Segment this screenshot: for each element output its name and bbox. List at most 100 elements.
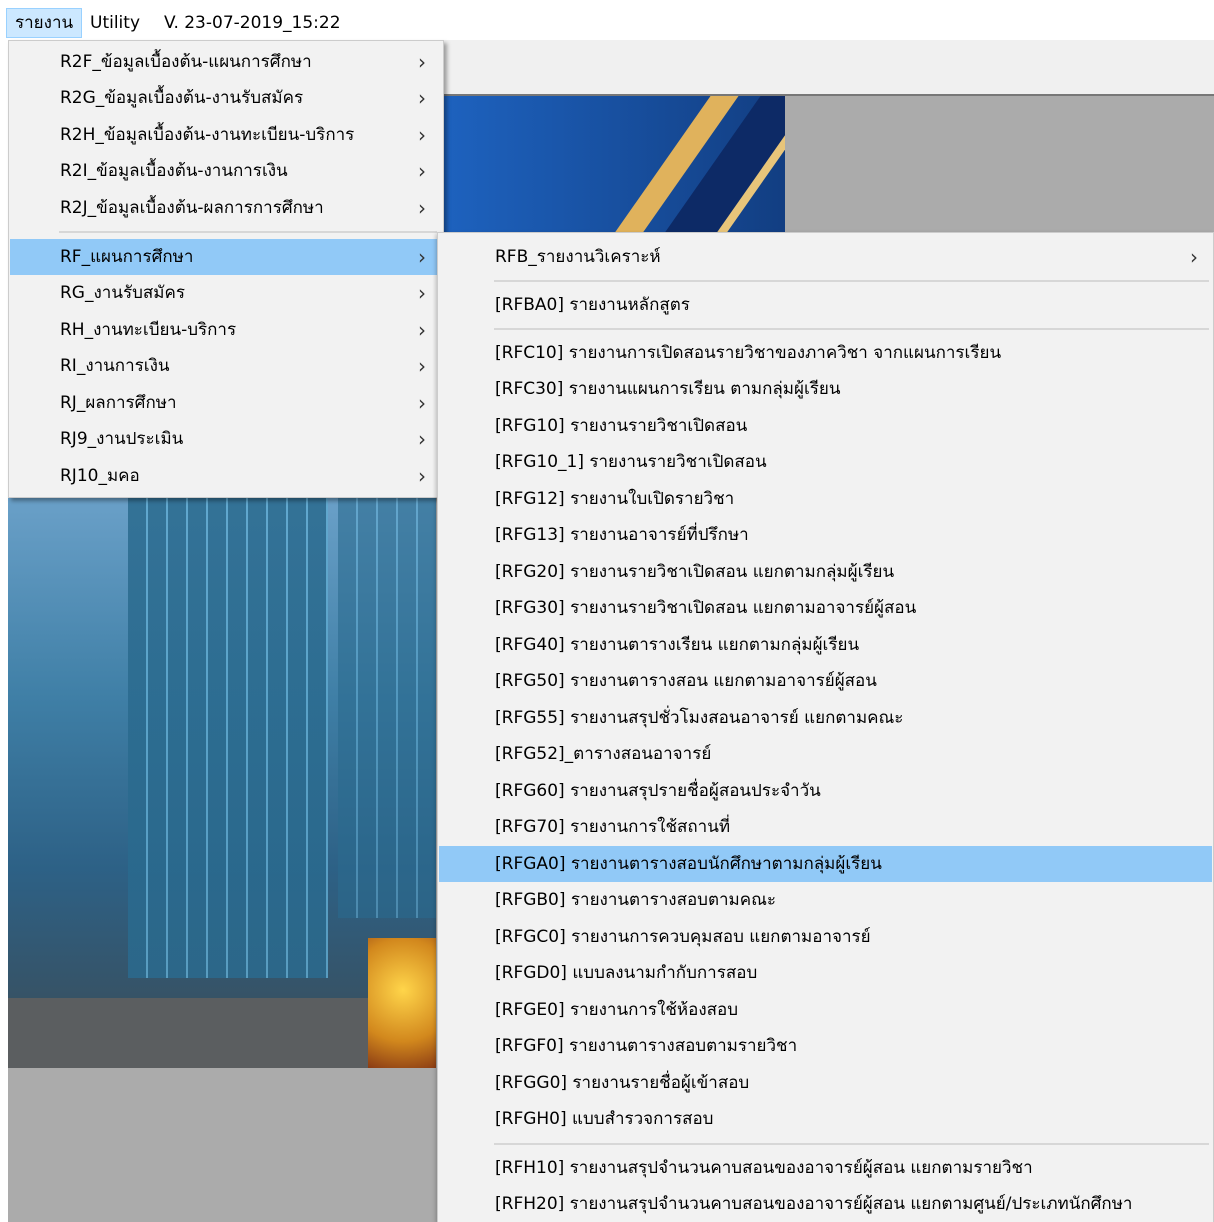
menu-item-ri[interactable]: RI_งานการเงิน › bbox=[10, 348, 442, 384]
chevron-right-icon: › bbox=[418, 391, 426, 415]
menu-item-label: [RFG10_1] รายงานรายวิชาเปิดสอน bbox=[495, 452, 767, 472]
menu-item-label: R2G_ข้อมูลเบื้องต้น-งานรับสมัคร bbox=[60, 88, 304, 108]
menu-item-label: R2I_ข้อมูลเบื้องต้น-งานการเงิน bbox=[60, 161, 288, 181]
menu-item-label: [RFG40] รายงานตารางเรียน แยกตามกลุ่มผู้เ… bbox=[495, 635, 860, 655]
chevron-right-icon: › bbox=[418, 318, 426, 342]
menu-item-label: R2F_ข้อมูลเบื้องต้น-แผนการศึกษา bbox=[60, 52, 312, 72]
menu-item-label: [RFGC0] รายงานการควบคุมสอบ แยกตามอาจารย์ bbox=[495, 927, 871, 947]
menu-item-rh[interactable]: RH_งานทะเบียน-บริการ › bbox=[10, 312, 442, 348]
menu-item-rg[interactable]: RG_งานรับสมัคร › bbox=[10, 275, 442, 311]
submenu-item-rfg10-1[interactable]: [RFG10_1] รายงานรายวิชาเปิดสอน bbox=[439, 444, 1212, 480]
submenu-item-rfgd0[interactable]: [RFGD0] แบบลงนามกำกับการสอบ bbox=[439, 955, 1212, 991]
menu-item-r2j[interactable]: R2J_ข้อมูลเบื้องต้น-ผลการการศึกษา › bbox=[10, 190, 442, 226]
rf-submenu: RFB_รายงานวิเคราะห์ › [RFBA0] รายงานหลัก… bbox=[437, 232, 1214, 1222]
chevron-right-icon: › bbox=[418, 86, 426, 110]
menu-item-label: [RFGH0] แบบสำรวจการสอบ bbox=[495, 1109, 714, 1129]
menu-bar: รายงาน Utility V. 23-07-2019_15:22 bbox=[0, 0, 1214, 40]
chevron-right-icon: › bbox=[418, 50, 426, 74]
menu-separator bbox=[494, 1143, 1209, 1145]
menu-item-label: [RFGD0] แบบลงนามกำกับการสอบ bbox=[495, 963, 758, 983]
menu-item-label: [RFG10] รายงานรายวิชาเปิดสอน bbox=[495, 416, 748, 436]
menu-item-label: [RFGE0] รายงานการใช้ห้องสอบ bbox=[495, 1000, 738, 1020]
version-label: V. 23-07-2019_15:22 bbox=[164, 13, 341, 33]
building-photo bbox=[8, 498, 436, 1068]
submenu-item-rfg30[interactable]: [RFG30] รายงานรายวิชาเปิดสอน แยกตามอาจาร… bbox=[439, 590, 1212, 626]
menu-item-label: [RFG50] รายงานตารางสอน แยกตามอาจารย์ผู้ส… bbox=[495, 671, 877, 691]
submenu-item-rfc10[interactable]: [RFC10] รายงานการเปิดสอนรายวิชาของภาควิช… bbox=[439, 335, 1212, 371]
submenu-item-rfgh0[interactable]: [RFGH0] แบบสำรวจการสอบ bbox=[439, 1101, 1212, 1137]
submenu-item-rfba0[interactable]: [RFBA0] รายงานหลักสูตร bbox=[439, 287, 1212, 323]
menu-item-label: [RFGB0] รายงานตารางสอบตามคณะ bbox=[495, 890, 777, 910]
menu-item-label: [RFG60] รายงานสรุปรายชื่อผู้สอนประจำวัน bbox=[495, 781, 821, 801]
menu-item-rj[interactable]: RJ_ผลการศึกษา › bbox=[10, 385, 442, 421]
report-dropdown-menu: R2F_ข้อมูลเบื้องต้น-แผนการศึกษา › R2G_ข้… bbox=[8, 40, 444, 498]
menu-utility[interactable]: Utility bbox=[82, 8, 148, 38]
chevron-right-icon: › bbox=[418, 464, 426, 488]
building-glass-facade bbox=[128, 498, 328, 978]
submenu-item-rfg55[interactable]: [RFG55] รายงานสรุปชั่วโมงสอนอาจารย์ แยกต… bbox=[439, 700, 1212, 736]
menu-item-label: [RFG55] รายงานสรุปชั่วโมงสอนอาจารย์ แยกต… bbox=[495, 708, 904, 728]
menu-item-label: [RFC30] รายงานแผนการเรียน ตามกลุ่มผู้เรี… bbox=[495, 379, 841, 399]
submenu-item-rfh10[interactable]: [RFH10] รายงานสรุปจำนวนคาบสอนของอาจารย์ผ… bbox=[439, 1150, 1212, 1186]
menu-item-label: RJ9_งานประเมิน bbox=[60, 429, 184, 449]
chevron-right-icon: › bbox=[1190, 245, 1198, 269]
menu-item-label: RF_แผนการศึกษา bbox=[60, 247, 194, 267]
menu-item-label: [RFG70] รายงานการใช้สถานที่ bbox=[495, 817, 731, 837]
menu-separator bbox=[494, 280, 1209, 282]
submenu-item-rfg12[interactable]: [RFG12] รายงานใบเปิดรายวิชา bbox=[439, 481, 1212, 517]
submenu-item-rfg20[interactable]: [RFG20] รายงานรายวิชาเปิดสอน แยกตามกลุ่ม… bbox=[439, 554, 1212, 590]
decorative-gold-stripe bbox=[8, 538, 101, 1068]
menu-item-label: [RFG13] รายงานอาจารย์ที่ปรึกษา bbox=[495, 525, 749, 545]
chevron-right-icon: › bbox=[418, 196, 426, 220]
chevron-right-icon: › bbox=[418, 354, 426, 378]
menu-item-label: [RFBA0] รายงานหลักสูตร bbox=[495, 295, 690, 315]
chevron-right-icon: › bbox=[418, 245, 426, 269]
submenu-item-rfg52[interactable]: [RFG52]_ตารางสอนอาจารย์ bbox=[439, 736, 1212, 772]
building-glass-facade-side bbox=[338, 498, 436, 918]
menu-item-r2h[interactable]: R2H_ข้อมูลเบื้องต้น-งานทะเบียน-บริการ › bbox=[10, 117, 442, 153]
chevron-right-icon: › bbox=[418, 159, 426, 183]
menu-item-label: [RFG30] รายงานรายวิชาเปิดสอน แยกตามอาจาร… bbox=[495, 598, 917, 618]
menu-item-label: [RFG12] รายงานใบเปิดรายวิชา bbox=[495, 489, 735, 509]
submenu-item-rfg40[interactable]: [RFG40] รายงานตารางเรียน แยกตามกลุ่มผู้เ… bbox=[439, 627, 1212, 663]
menu-item-r2i[interactable]: R2I_ข้อมูลเบื้องต้น-งานการเงิน › bbox=[10, 153, 442, 189]
menu-item-label: [RFC10] รายงานการเปิดสอนรายวิชาของภาควิช… bbox=[495, 343, 1002, 363]
menu-item-label: [RFH20] รายงานสรุปจำนวนคาบสอนของอาจารย์ผ… bbox=[495, 1194, 1133, 1214]
submenu-item-rfgg0[interactable]: [RFGG0] รายงานรายชื่อผู้เข้าสอบ bbox=[439, 1065, 1212, 1101]
submenu-item-rfge0[interactable]: [RFGE0] รายงานการใช้ห้องสอบ bbox=[439, 992, 1212, 1028]
submenu-item-rfg13[interactable]: [RFG13] รายงานอาจารย์ที่ปรึกษา bbox=[439, 517, 1212, 553]
submenu-item-rfga0[interactable]: [RFGA0] รายงานตารางสอบนักศึกษาตามกลุ่มผู… bbox=[439, 846, 1212, 882]
menu-item-label: [RFGF0] รายงานตารางสอบตามรายวิชา bbox=[495, 1036, 798, 1056]
menu-item-label: [RFGA0] รายงานตารางสอบนักศึกษาตามกลุ่มผู… bbox=[495, 854, 882, 874]
menu-item-label: RH_งานทะเบียน-บริการ bbox=[60, 320, 237, 340]
menu-item-r2g[interactable]: R2G_ข้อมูลเบื้องต้น-งานรับสมัคร › bbox=[10, 80, 442, 116]
submenu-item-rfg50[interactable]: [RFG50] รายงานตารางสอน แยกตามอาจารย์ผู้ส… bbox=[439, 663, 1212, 699]
menu-item-label: RJ_ผลการศึกษา bbox=[60, 393, 177, 413]
submenu-item-rfg10[interactable]: [RFG10] รายงานรายวิชาเปิดสอน bbox=[439, 408, 1212, 444]
menu-item-label: R2J_ข้อมูลเบื้องต้น-ผลการการศึกษา bbox=[60, 198, 324, 218]
menu-item-label: [RFH10] รายงานสรุปจำนวนคาบสอนของอาจารย์ผ… bbox=[495, 1158, 1033, 1178]
menu-item-label: RJ10_มคอ bbox=[60, 466, 140, 486]
menu-item-rj10[interactable]: RJ10_มคอ › bbox=[10, 458, 442, 494]
menu-item-rj9[interactable]: RJ9_งานประเมิน › bbox=[10, 421, 442, 457]
menu-separator bbox=[494, 328, 1209, 330]
submenu-item-rfb[interactable]: RFB_รายงานวิเคราะห์ › bbox=[439, 239, 1212, 275]
chevron-right-icon: › bbox=[418, 281, 426, 305]
menu-item-rf[interactable]: RF_แผนการศึกษา › bbox=[10, 239, 442, 275]
submenu-item-rfgf0[interactable]: [RFGF0] รายงานตารางสอบตามรายวิชา bbox=[439, 1028, 1212, 1064]
menu-item-r2f[interactable]: R2F_ข้อมูลเบื้องต้น-แผนการศึกษา › bbox=[10, 44, 442, 80]
menu-report[interactable]: รายงาน bbox=[6, 8, 83, 38]
menu-separator bbox=[59, 231, 437, 233]
menu-item-label: R2H_ข้อมูลเบื้องต้น-งานทะเบียน-บริการ bbox=[60, 125, 355, 145]
chevron-right-icon: › bbox=[418, 427, 426, 451]
shrine-image bbox=[368, 938, 436, 1068]
submenu-item-rfg60[interactable]: [RFG60] รายงานสรุปรายชื่อผู้สอนประจำวัน bbox=[439, 773, 1212, 809]
menu-item-label: RFB_รายงานวิเคราะห์ bbox=[495, 247, 661, 267]
submenu-item-rfgc0[interactable]: [RFGC0] รายงานการควบคุมสอบ แยกตามอาจารย์ bbox=[439, 919, 1212, 955]
chevron-right-icon: › bbox=[418, 123, 426, 147]
submenu-item-rfc30[interactable]: [RFC30] รายงานแผนการเรียน ตามกลุ่มผู้เรี… bbox=[439, 371, 1212, 407]
submenu-item-rfh20[interactable]: [RFH20] รายงานสรุปจำนวนคาบสอนของอาจารย์ผ… bbox=[439, 1186, 1212, 1222]
menu-item-label: [RFGG0] รายงานรายชื่อผู้เข้าสอบ bbox=[495, 1073, 750, 1093]
submenu-item-rfg70[interactable]: [RFG70] รายงานการใช้สถานที่ bbox=[439, 809, 1212, 845]
submenu-item-rfgb0[interactable]: [RFGB0] รายงานตารางสอบตามคณะ bbox=[439, 882, 1212, 918]
